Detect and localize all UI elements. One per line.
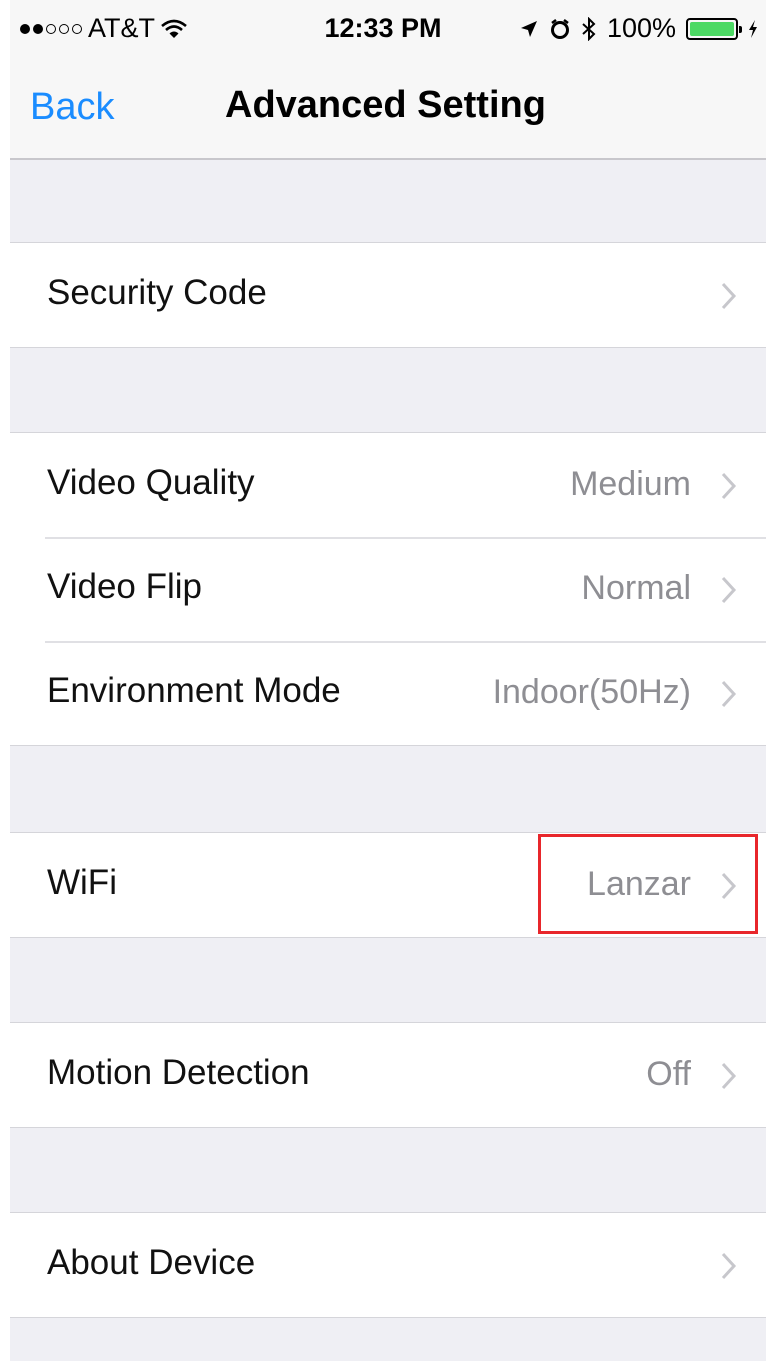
settings-group-motion: Motion Detection Off: [0, 1022, 766, 1128]
back-button[interactable]: Back: [30, 86, 114, 129]
chevron-right-icon: [721, 680, 737, 708]
battery-percent: 100%: [606, 13, 676, 43]
highlight-box: [538, 834, 758, 934]
page-title: Advanced Setting: [225, 84, 546, 126]
alarm-icon: [550, 18, 569, 39]
chevron-right-icon: [721, 1062, 737, 1090]
bluetooth-icon: [582, 16, 596, 41]
settings-group-security: Security Code: [0, 242, 766, 348]
status-right: 100%: [519, 13, 758, 44]
settings-row-motion-detection[interactable]: Motion Detection Off: [0, 1023, 766, 1127]
settings-row-security-code[interactable]: Security Code: [0, 243, 766, 347]
chevron-right-icon: [721, 576, 737, 604]
left-edge: [0, 0, 10, 1361]
row-label: Environment Mode: [47, 671, 341, 710]
row-value: Indoor(50Hz): [492, 673, 691, 711]
settings-row-video-flip[interactable]: Video Flip Normal: [0, 537, 766, 641]
location-icon: [520, 20, 537, 37]
row-value: Off: [646, 1055, 691, 1093]
settings-row-about-device[interactable]: About Device: [0, 1213, 766, 1317]
row-label: Video Flip: [47, 567, 203, 606]
chevron-right-icon: [721, 282, 737, 310]
settings-row-environment-mode[interactable]: Environment Mode Indoor(50Hz): [0, 641, 766, 745]
row-label: Motion Detection: [47, 1053, 310, 1092]
nav-bar: Back Advanced Setting: [0, 62, 766, 160]
row-value: Medium: [570, 465, 691, 503]
settings-row-video-quality[interactable]: Video Quality Medium: [0, 433, 766, 537]
chevron-right-icon: [721, 472, 737, 500]
battery-icon: [686, 17, 742, 40]
status-bar: AT&T 12:33 PM 100%: [0, 0, 766, 62]
row-label: Video Quality: [47, 463, 255, 502]
settings-group-video: Video Quality Medium Video Flip Normal E…: [0, 432, 766, 746]
row-label: About Device: [47, 1243, 256, 1282]
row-label: Security Code: [47, 273, 267, 312]
settings-group-about: About Device: [0, 1212, 766, 1318]
charging-icon: [749, 19, 757, 38]
chevron-right-icon: [721, 1252, 737, 1280]
row-value: Normal: [581, 569, 691, 607]
row-label: WiFi: [47, 863, 117, 902]
